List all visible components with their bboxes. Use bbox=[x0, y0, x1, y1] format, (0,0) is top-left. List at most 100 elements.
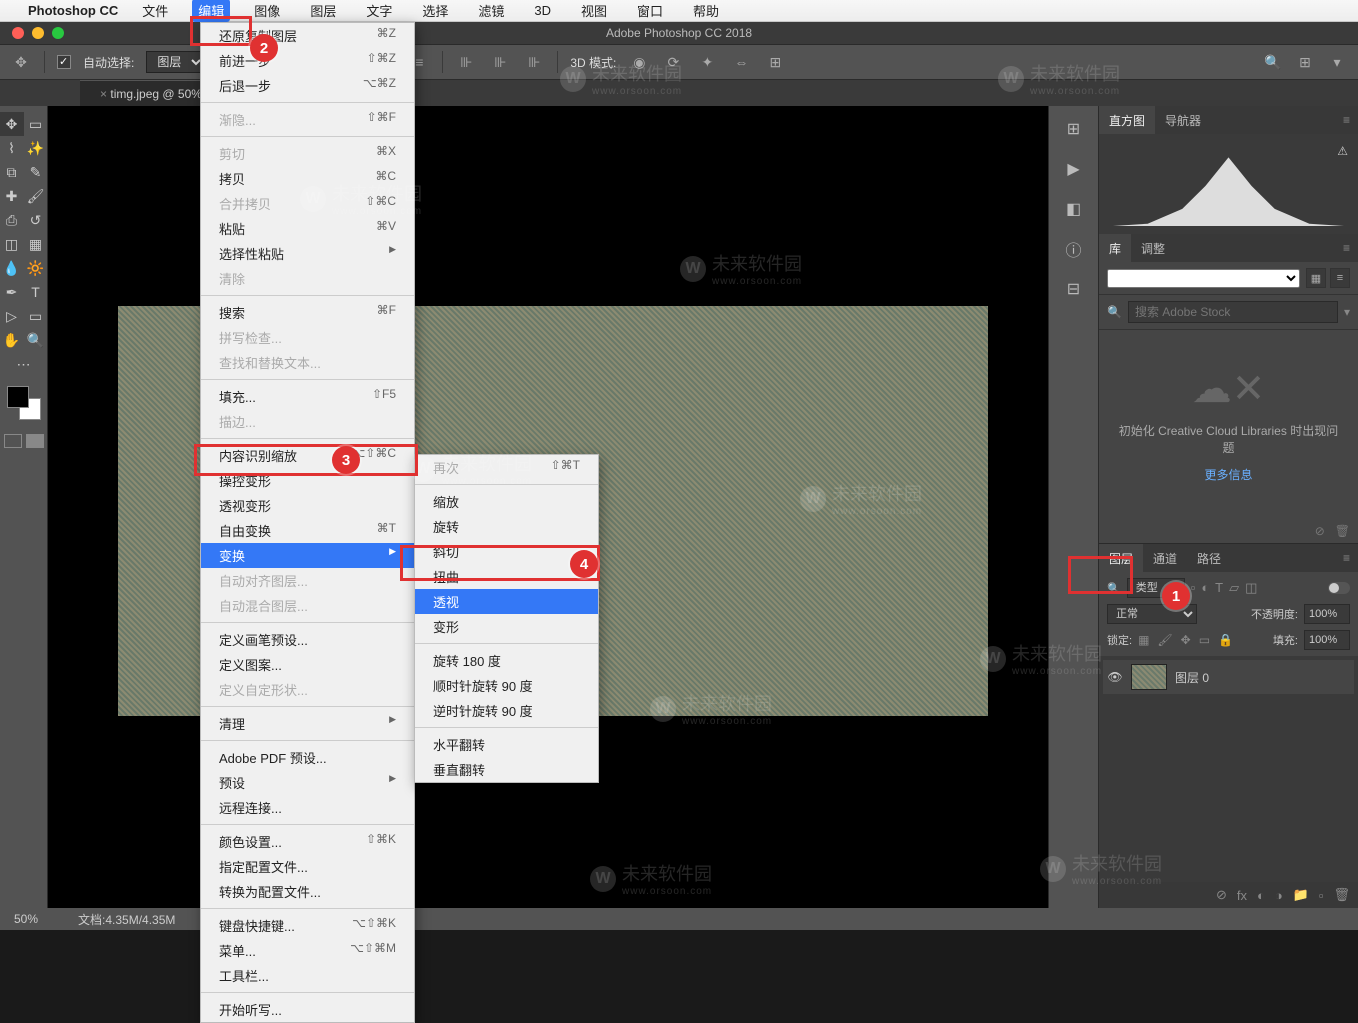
panel-icon[interactable]: ⊟ bbox=[1061, 276, 1087, 302]
menu-item[interactable]: 远程连接... bbox=[201, 795, 414, 820]
distribute-icon[interactable]: ⊪ bbox=[523, 51, 545, 73]
menu-item[interactable]: 缩放 bbox=[415, 489, 598, 514]
menu-item[interactable]: 内容识别缩放⌥⇧⌘C bbox=[201, 443, 414, 468]
menu-item[interactable]: 透视 bbox=[415, 589, 598, 614]
menu-item[interactable]: 逆时针旋转 90 度 bbox=[415, 698, 598, 723]
lock-position-icon[interactable]: ✥ bbox=[1181, 633, 1191, 647]
menu-edit[interactable]: 编辑 bbox=[192, 0, 230, 22]
grid-view-icon[interactable]: ▦ bbox=[1306, 268, 1326, 288]
mode3d-icon[interactable]: ⟳ bbox=[662, 51, 684, 73]
workspace-icon[interactable]: ⊞ bbox=[1294, 51, 1316, 73]
layer-name[interactable]: 图层 0 bbox=[1175, 669, 1209, 686]
menu-file[interactable]: 文件 bbox=[136, 0, 174, 22]
chevron-down-icon[interactable]: ▾ bbox=[1344, 305, 1350, 319]
fx-icon[interactable]: fx bbox=[1237, 888, 1247, 903]
tab-layers[interactable]: 图层 bbox=[1099, 544, 1143, 573]
color-swatch[interactable] bbox=[7, 386, 41, 420]
mode3d-icon[interactable]: ⊞ bbox=[764, 51, 786, 73]
lasso-tool-icon[interactable]: ⌇ bbox=[0, 136, 24, 160]
layer-thumbnail[interactable] bbox=[1131, 664, 1167, 690]
menu-item[interactable]: 定义图案... bbox=[201, 652, 414, 677]
hand-tool-icon[interactable]: ✋ bbox=[0, 328, 24, 352]
play-icon[interactable]: ▶ bbox=[1061, 156, 1087, 182]
auto-select-dropdown[interactable]: 图层 bbox=[146, 51, 205, 73]
menu-window[interactable]: 窗口 bbox=[631, 0, 669, 22]
auto-select-checkbox[interactable] bbox=[57, 55, 71, 69]
panel-icon[interactable]: ◧ bbox=[1061, 196, 1087, 222]
panel-menu-icon[interactable]: ≡ bbox=[1335, 113, 1358, 127]
distribute-icon[interactable]: ⊪ bbox=[455, 51, 477, 73]
menu-item[interactable]: 搜索⌘F bbox=[201, 300, 414, 325]
menu-item[interactable]: 自由变换⌘T bbox=[201, 518, 414, 543]
visibility-icon[interactable]: 👁 bbox=[1107, 670, 1123, 684]
arrange-icon[interactable]: ▾ bbox=[1326, 51, 1348, 73]
zoom-tool-icon[interactable]: 🔍 bbox=[24, 328, 48, 352]
distribute-icon[interactable]: ⊪ bbox=[489, 51, 511, 73]
library-more-link[interactable]: 更多信息 bbox=[1115, 466, 1342, 483]
menu-item[interactable]: 旋转 180 度 bbox=[415, 648, 598, 673]
menu-item[interactable]: 变换 bbox=[201, 543, 414, 568]
menu-item[interactable]: 操控变形 bbox=[201, 468, 414, 493]
menu-item[interactable]: 定义画笔预设... bbox=[201, 627, 414, 652]
menu-item[interactable]: 工具栏... bbox=[201, 963, 414, 988]
quick-mask-icon[interactable] bbox=[4, 434, 44, 448]
search-icon[interactable]: 🔍 bbox=[1262, 51, 1284, 73]
edit-toolbar-icon[interactable]: ⋯ bbox=[12, 352, 36, 376]
fill-input[interactable] bbox=[1304, 630, 1350, 650]
new-layer-icon[interactable]: ▫ bbox=[1319, 888, 1324, 903]
mode3d-icon[interactable]: ✦ bbox=[696, 51, 718, 73]
history-brush-icon[interactable]: ↺ bbox=[24, 208, 48, 232]
blur-tool-icon[interactable]: 💧 bbox=[0, 256, 24, 280]
shape-tool-icon[interactable]: ▭ bbox=[24, 304, 48, 328]
filter-smart-icon[interactable]: ◫ bbox=[1245, 580, 1257, 596]
menu-layer[interactable]: 图层 bbox=[304, 0, 342, 22]
link-layers-icon[interactable]: ⊘ bbox=[1216, 887, 1227, 903]
menu-item[interactable]: 旋转 bbox=[415, 514, 598, 539]
menu-item[interactable]: 菜单...⌥⇧⌘M bbox=[201, 938, 414, 963]
menu-type[interactable]: 文字 bbox=[360, 0, 398, 22]
opacity-input[interactable] bbox=[1304, 604, 1350, 624]
tab-adjustments[interactable]: 调整 bbox=[1131, 234, 1175, 263]
menu-item[interactable]: 清理 bbox=[201, 711, 414, 736]
pen-tool-icon[interactable]: ✒ bbox=[0, 280, 24, 304]
trash-icon[interactable]: 🗑 bbox=[1335, 524, 1350, 538]
histogram-warning-icon[interactable]: ⚠ bbox=[1337, 144, 1348, 158]
lock-artboard-icon[interactable]: ▭ bbox=[1199, 633, 1210, 647]
tab-paths[interactable]: 路径 bbox=[1187, 544, 1231, 573]
link-icon[interactable]: ⊘ bbox=[1315, 524, 1325, 538]
list-view-icon[interactable]: ≡ bbox=[1330, 268, 1350, 288]
info-icon[interactable]: ⓘ bbox=[1061, 236, 1087, 262]
stamp-tool-icon[interactable]: ⎙ bbox=[0, 208, 24, 232]
brush-tool-icon[interactable]: 🖌 bbox=[24, 184, 48, 208]
tab-channels[interactable]: 通道 bbox=[1143, 544, 1187, 573]
lock-transparent-icon[interactable]: ▦ bbox=[1138, 633, 1149, 647]
menu-item[interactable]: 水平翻转 bbox=[415, 732, 598, 757]
menu-item[interactable]: 指定配置文件... bbox=[201, 854, 414, 879]
mask-icon[interactable]: ◐ bbox=[1257, 888, 1265, 903]
move-tool-icon[interactable]: ✥ bbox=[10, 51, 32, 73]
menu-item[interactable]: 填充...⇧F5 bbox=[201, 384, 414, 409]
tab-navigator[interactable]: 导航器 bbox=[1155, 106, 1211, 135]
properties-icon[interactable]: ⊞ bbox=[1061, 116, 1087, 142]
menu-filter[interactable]: 滤镜 bbox=[472, 0, 510, 22]
menu-item[interactable]: 垂直翻转 bbox=[415, 757, 598, 782]
menu-item[interactable]: 选择性粘贴 bbox=[201, 241, 414, 266]
wand-tool-icon[interactable]: ✨ bbox=[24, 136, 48, 160]
menu-item[interactable]: 变形 bbox=[415, 614, 598, 639]
heal-tool-icon[interactable]: ✚ bbox=[0, 184, 24, 208]
mode3d-icon[interactable]: ◉ bbox=[628, 51, 650, 73]
type-tool-icon[interactable]: T bbox=[24, 280, 48, 304]
group-icon[interactable]: 📁 bbox=[1293, 887, 1309, 903]
stock-search-input[interactable] bbox=[1128, 301, 1338, 323]
menu-item[interactable]: 颜色设置...⇧⌘K bbox=[201, 829, 414, 854]
gradient-tool-icon[interactable]: ▦ bbox=[24, 232, 48, 256]
filter-type-icon[interactable]: T bbox=[1215, 580, 1223, 596]
filter-toggle[interactable] bbox=[1328, 582, 1350, 594]
marquee-tool-icon[interactable]: ▭ bbox=[24, 112, 48, 136]
zoom-level[interactable]: 50% bbox=[14, 912, 38, 926]
panel-menu-icon[interactable]: ≡ bbox=[1335, 241, 1358, 255]
lock-all-icon[interactable]: 🔒 bbox=[1218, 633, 1233, 647]
tab-libraries[interactable]: 库 bbox=[1099, 234, 1131, 263]
move-tool-icon[interactable]: ✥ bbox=[0, 112, 24, 136]
menu-item[interactable]: 开始听写... bbox=[201, 997, 414, 1022]
